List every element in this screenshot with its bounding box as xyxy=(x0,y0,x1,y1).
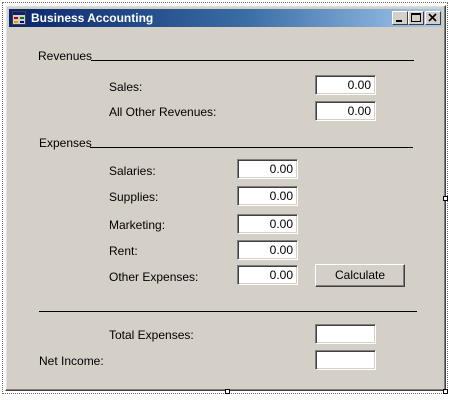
other-revenues-field[interactable] xyxy=(315,101,376,121)
other-expenses-field[interactable] xyxy=(237,265,298,285)
calculate-button[interactable]: Calculate xyxy=(315,264,405,287)
total-expenses-label: Total Expenses: xyxy=(109,328,194,342)
rent-label: Rent: xyxy=(109,244,138,258)
close-icon xyxy=(428,13,437,22)
salaries-label: Salaries: xyxy=(109,164,156,178)
revenues-divider xyxy=(91,60,414,61)
salaries-field[interactable] xyxy=(237,159,298,179)
revenues-header: Revenues xyxy=(38,49,93,63)
marketing-field[interactable] xyxy=(237,214,298,234)
total-expenses-field[interactable] xyxy=(315,324,376,344)
resize-handle-right[interactable] xyxy=(443,196,448,201)
expenses-header: Expenses xyxy=(39,136,92,150)
net-income-field[interactable] xyxy=(315,350,376,370)
marketing-label: Marketing: xyxy=(109,218,166,232)
window-title: Business Accounting xyxy=(31,11,154,25)
supplies-label: Supplies: xyxy=(109,190,159,204)
summary-divider xyxy=(39,311,417,312)
other-revenues-label: All Other Revenues: xyxy=(109,105,217,119)
minimize-icon xyxy=(396,20,402,22)
resize-handle-corner[interactable] xyxy=(443,389,448,394)
title-bar[interactable]: Business Accounting xyxy=(9,9,442,27)
sales-field[interactable] xyxy=(315,75,376,95)
net-income-label: Net Income: xyxy=(39,354,104,368)
form-icon xyxy=(12,11,26,25)
minimize-button[interactable] xyxy=(392,11,408,25)
expenses-divider xyxy=(90,147,413,148)
maximize-icon xyxy=(411,13,421,22)
sales-label: Sales: xyxy=(109,80,143,94)
rent-field[interactable] xyxy=(237,240,298,260)
other-expenses-label: Other Expenses: xyxy=(109,270,199,284)
maximize-button[interactable] xyxy=(408,11,424,25)
close-button[interactable] xyxy=(425,11,441,25)
resize-handle-bottom[interactable] xyxy=(225,389,230,394)
form-window: Business Accounting Revenues Sales: All … xyxy=(5,5,446,391)
supplies-field[interactable] xyxy=(237,186,298,206)
